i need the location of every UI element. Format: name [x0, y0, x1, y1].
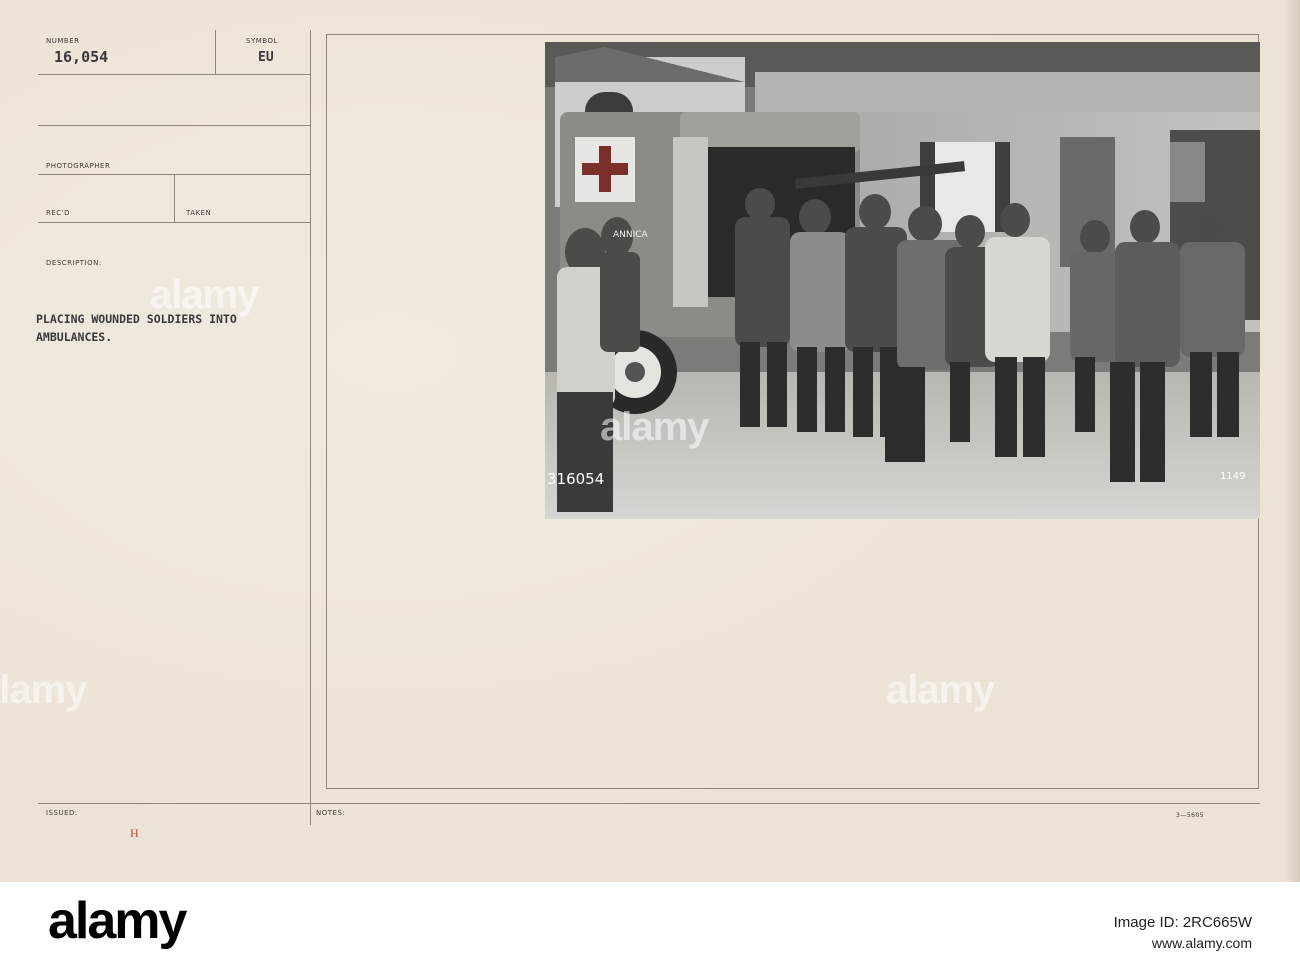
negative-number: 316054: [547, 470, 604, 488]
archive-card: NUMBER 16,054 SYMBOL EU PHOTOGRAPHER REC…: [0, 0, 1300, 882]
photographer-label: PHOTOGRAPHER: [46, 162, 111, 170]
watermark: alamy: [150, 273, 259, 317]
left-column-rule: [310, 30, 311, 825]
form-code: 3—5605: [1176, 812, 1205, 819]
alamy-logo: alamy: [48, 892, 187, 950]
corner-number: 1149: [1220, 471, 1245, 482]
watermark: alamy: [886, 668, 995, 712]
description-line-2: AMBULANCES.: [36, 330, 113, 344]
taken-label: TAKEN: [186, 209, 212, 217]
image-id: Image ID: 2RC665W: [1113, 914, 1252, 931]
site-url: www.alamy.com: [1151, 935, 1252, 951]
notes-label: NOTES:: [316, 809, 346, 817]
number-value: 16,054: [54, 48, 109, 66]
description-label: DESCRIPTION:: [46, 259, 102, 267]
recd-rule: [38, 222, 310, 223]
blank-rule: [38, 125, 310, 126]
vehicle-lettering: ANNICA: [613, 230, 649, 240]
issued-mark: H: [130, 826, 139, 840]
watermark: alamy: [600, 405, 709, 449]
footer-rule: [38, 803, 1260, 804]
number-label: NUMBER: [46, 37, 80, 45]
number-divider: [215, 30, 216, 74]
header-rule: [38, 74, 310, 75]
symbol-value: EU: [258, 50, 274, 65]
watermark: alamy: [0, 668, 87, 712]
card-edge-shadow: [1284, 0, 1300, 882]
symbol-label: SYMBOL: [246, 37, 278, 45]
recd-divider: [174, 174, 175, 222]
footer-bar: [0, 882, 1300, 971]
issued-label: ISSUED:: [46, 809, 78, 817]
recd-label: REC'D: [46, 209, 70, 217]
